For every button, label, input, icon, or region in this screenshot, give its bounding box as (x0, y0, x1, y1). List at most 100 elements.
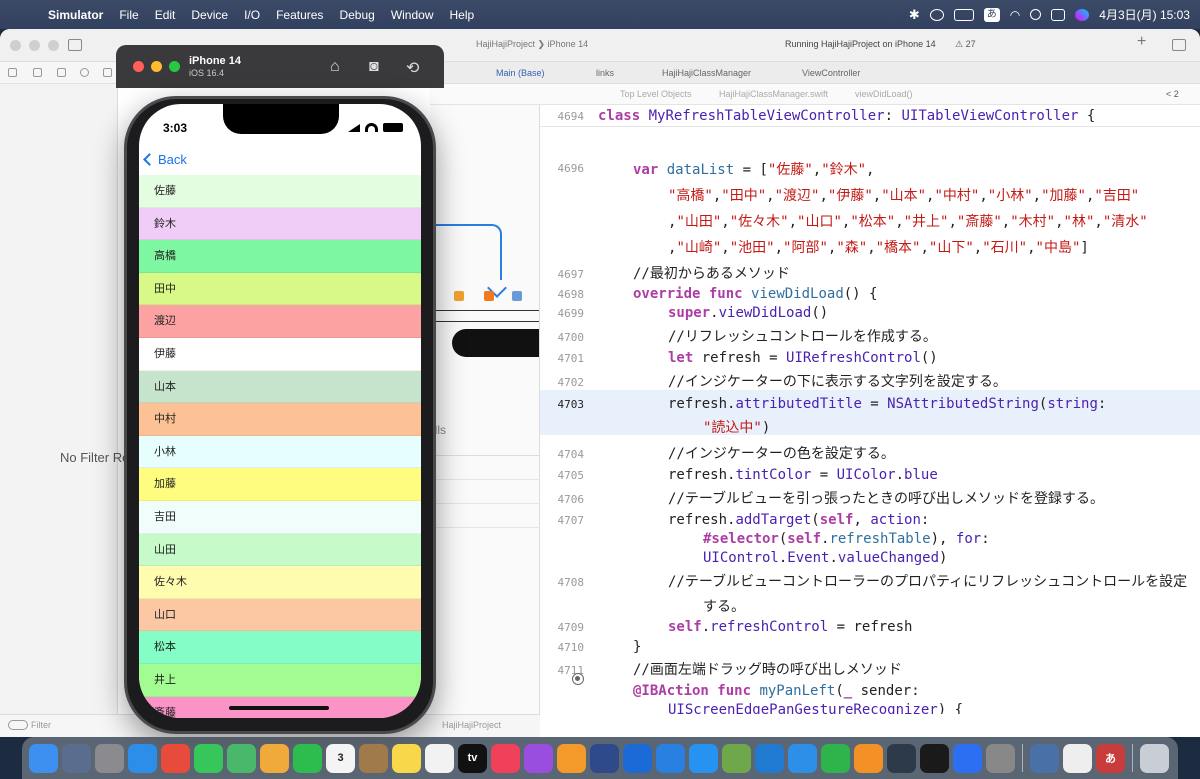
minimize-button[interactable] (29, 40, 40, 51)
table-row[interactable]: 松本 (139, 631, 421, 664)
zoom-icon[interactable] (953, 743, 982, 773)
siri-icon[interactable] (1075, 8, 1090, 21)
books-icon[interactable] (557, 743, 586, 773)
control-center-icon[interactable] (1051, 8, 1066, 21)
battery-icon[interactable] (953, 8, 974, 21)
table-view[interactable]: 佐藤 鈴木 高橋 田中 渡辺 伊藤 山本 中村 小林 加藤 吉田 山田 佐々木 山口 松本 井上 斎藤 (139, 175, 421, 718)
edit-icon[interactable] (722, 743, 751, 773)
launchpad-icon[interactable] (62, 743, 91, 773)
trash-icon[interactable] (1140, 743, 1169, 773)
home-icon[interactable]: ⌂ (330, 58, 340, 76)
screenshot-icon[interactable]: ◙ (369, 58, 379, 76)
bluetooth-icon[interactable]: ✱ (909, 7, 920, 23)
chrome-icon[interactable] (161, 743, 190, 773)
jump-count[interactable]: < 2 (1166, 89, 1179, 99)
jump-file[interactable]: HajiHajiClassManager.swift (719, 89, 828, 99)
add-icon[interactable]: + (1137, 33, 1146, 51)
photos-icon[interactable] (260, 743, 289, 773)
filter-icon[interactable] (8, 720, 28, 730)
preview-icon[interactable] (1030, 743, 1059, 773)
system-settings-icon[interactable] (95, 743, 124, 773)
menu-help[interactable]: Help (442, 8, 483, 22)
table-row[interactable]: 佐藤 (139, 175, 421, 208)
filter-input[interactable]: Filter (31, 720, 51, 730)
sim-close-button[interactable] (133, 61, 144, 72)
appstore-icon[interactable] (689, 743, 718, 773)
menu-io[interactable]: I/O (236, 8, 268, 22)
tab-main-base[interactable]: Main (Base) (496, 68, 545, 78)
home-indicator[interactable] (229, 706, 329, 710)
scene-dock-icon[interactable] (454, 291, 464, 301)
podcasts-icon[interactable] (524, 743, 553, 773)
terminal-icon[interactable] (920, 743, 949, 773)
reminders-icon[interactable] (425, 743, 454, 773)
appletv-icon[interactable]: tv (458, 743, 487, 773)
exit-icon[interactable] (512, 291, 522, 301)
network-icon[interactable] (656, 743, 685, 773)
music-icon[interactable] (491, 743, 520, 773)
activity-icon[interactable] (887, 743, 916, 773)
inspector-toggle-icon[interactable] (1172, 39, 1186, 51)
tab-class-manager[interactable]: HajiHajiClassManager (662, 68, 751, 78)
rotate-icon[interactable]: ⟲ (406, 58, 419, 78)
table-row[interactable]: 中村 (139, 403, 421, 436)
code-editor[interactable]: 4694 4696 4697 4698 4699 4700 4701 4702 4703 470… (540, 105, 1200, 714)
table-row[interactable]: 高橋 (139, 240, 421, 273)
menu-window[interactable]: Window (383, 8, 442, 22)
play-status-icon[interactable] (929, 8, 944, 21)
project-navigator-icon[interactable] (8, 68, 17, 77)
menu-device[interactable]: Device (183, 8, 236, 22)
scheme-selector[interactable]: HajiHajiProject ❯ iPhone 14 (476, 39, 588, 50)
jump-top-level[interactable]: Top Level Objects (620, 89, 692, 99)
tab-links[interactable]: links (596, 68, 614, 78)
source-control-icon[interactable] (33, 68, 42, 77)
search-icon[interactable] (1030, 9, 1042, 20)
storyboard-canvas[interactable]: ells (430, 105, 540, 714)
vscode-icon[interactable] (755, 743, 784, 773)
table-row[interactable]: 伊藤 (139, 337, 421, 371)
iphone-screen[interactable]: 3:03 Back 佐藤 鈴木 高橋 田中 渡辺 伊藤 山本 中村 小林 加藤 吉田 山田 佐々木 山口松… (139, 104, 421, 718)
table-row[interactable]: 山本 (139, 370, 421, 404)
keynote-icon[interactable] (788, 743, 817, 773)
back-button[interactable]: Back (143, 152, 187, 167)
wifi-icon[interactable]: ◠ (1010, 8, 1020, 22)
table-row[interactable]: 吉田 (139, 500, 421, 534)
tab-view-controller[interactable]: ViewController (802, 68, 860, 78)
first-responder-icon[interactable] (484, 291, 494, 301)
kana-icon[interactable]: あ (1096, 743, 1125, 773)
pen-icon[interactable] (590, 743, 619, 773)
table-row[interactable]: 鈴木 (139, 207, 421, 241)
jump-function[interactable]: viewDidLoad() (855, 89, 913, 99)
table-row[interactable]: 田中 (139, 272, 421, 306)
messages-icon[interactable] (194, 743, 223, 773)
zoom-button[interactable] (48, 40, 59, 51)
table-row[interactable]: 山口 (139, 598, 421, 632)
menu-edit[interactable]: Edit (147, 8, 184, 22)
menubar-clock[interactable]: 4月3日(月) 15:03 (1099, 6, 1190, 23)
notes-icon[interactable] (392, 743, 421, 773)
xcode-icon[interactable] (623, 743, 652, 773)
facetime-icon[interactable] (293, 743, 322, 773)
notes-brown-icon[interactable] (359, 743, 388, 773)
table-row[interactable]: 加藤 (139, 468, 421, 501)
textedit-icon[interactable] (1063, 743, 1092, 773)
table-row[interactable]: 佐々木 (139, 566, 421, 599)
calendar-icon[interactable]: 3 (326, 743, 355, 773)
calculator-icon[interactable] (986, 743, 1015, 773)
input-method-icon[interactable]: あ (983, 7, 1000, 22)
sim-minimize-button[interactable] (151, 61, 162, 72)
menu-debug[interactable]: Debug (331, 8, 382, 22)
table-row[interactable]: 渡辺 (139, 305, 421, 338)
pages-icon[interactable] (854, 743, 883, 773)
find-navigator-icon[interactable] (80, 68, 89, 77)
maps-icon[interactable] (227, 743, 256, 773)
issue-navigator-icon[interactable] (103, 68, 112, 77)
finder-icon[interactable] (29, 743, 58, 773)
safari-icon[interactable] (128, 743, 157, 773)
sim-zoom-button[interactable] (169, 61, 180, 72)
table-row[interactable]: 山田 (139, 533, 421, 567)
numbers-icon[interactable] (821, 743, 850, 773)
menu-features[interactable]: Features (268, 8, 331, 22)
menu-app-name[interactable]: Simulator (40, 8, 111, 22)
breakpoint-icon[interactable] (572, 673, 584, 685)
